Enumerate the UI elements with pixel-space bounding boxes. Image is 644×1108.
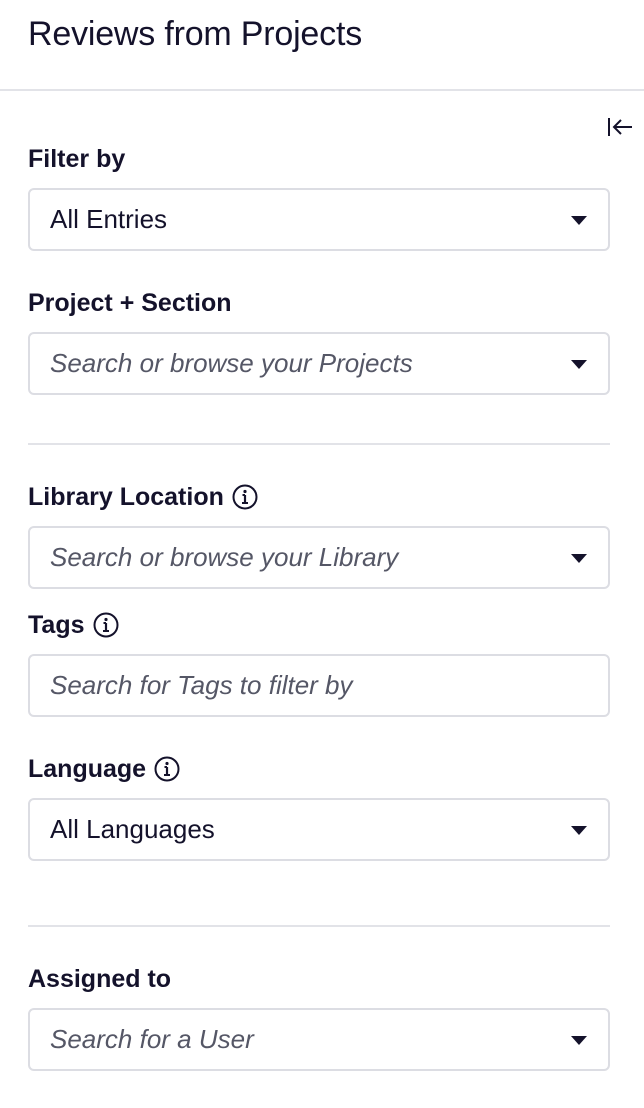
caret-down-icon <box>571 825 587 835</box>
filter-by-label: Filter by <box>28 145 126 173</box>
tags-placeholder: Search for Tags to filter by <box>50 670 353 700</box>
caret-down-icon <box>571 359 587 369</box>
section-divider <box>28 443 610 445</box>
collapse-panel-button[interactable] <box>604 112 636 142</box>
project-section-select[interactable]: Search or browse your Projects <box>28 332 610 395</box>
filter-by-value: All Entries <box>50 204 168 234</box>
info-icon[interactable] <box>232 484 258 510</box>
panel-header: Reviews from Projects <box>0 0 644 91</box>
info-icon[interactable] <box>93 612 119 638</box>
reviews-filter-panel: Reviews from Projects Filter by All Entr… <box>0 0 644 1108</box>
language-value: All Languages <box>50 814 215 844</box>
library-location-placeholder: Search or browse your Library <box>50 542 399 572</box>
page-title: Reviews from Projects <box>28 15 362 53</box>
info-icon[interactable] <box>154 756 180 782</box>
caret-down-icon <box>571 215 587 225</box>
language-select[interactable]: All Languages <box>28 798 610 861</box>
assigned-to-select[interactable]: Search for a User <box>28 1008 610 1071</box>
project-section-label: Project + Section <box>28 289 232 317</box>
caret-down-icon <box>571 1035 587 1045</box>
tags-input[interactable]: Search for Tags to filter by <box>28 654 610 717</box>
assigned-to-label: Assigned to <box>28 965 172 993</box>
project-section-placeholder: Search or browse your Projects <box>50 348 413 378</box>
section-divider <box>28 925 610 927</box>
library-location-select[interactable]: Search or browse your Library <box>28 526 610 589</box>
language-label: Language <box>28 754 180 784</box>
tags-label: Tags <box>28 610 119 640</box>
filter-by-select[interactable]: All Entries <box>28 188 610 251</box>
assigned-to-placeholder: Search for a User <box>50 1024 254 1054</box>
collapse-left-icon <box>608 118 632 136</box>
caret-down-icon <box>571 553 587 563</box>
library-location-label: Library Location <box>28 482 258 512</box>
